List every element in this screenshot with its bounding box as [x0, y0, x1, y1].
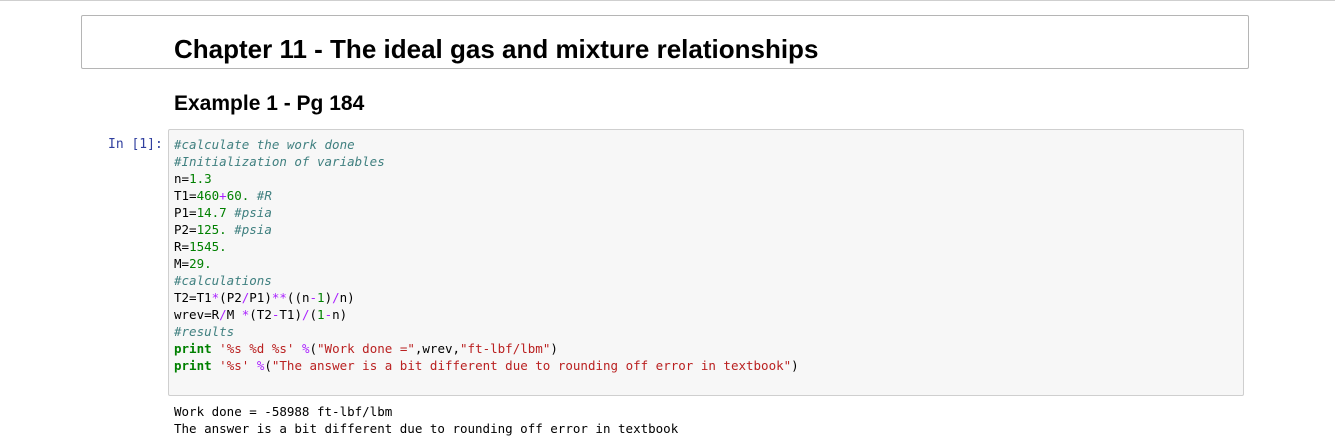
code-string: "The answer is a bit different due to ro… [271, 358, 792, 373]
code-operator: / [301, 307, 310, 322]
code-number: 1.3 [189, 171, 212, 186]
code-token: T1) [279, 307, 302, 322]
code-line: T2=T1*(P2/P1)**((n-1)/n) [174, 289, 799, 306]
code-token: P1= [174, 205, 197, 220]
code-token: ( [264, 358, 272, 373]
code-string: '%s' [219, 358, 250, 373]
code-line: M=29. [174, 255, 799, 272]
code-comment: #psia [234, 222, 272, 237]
cell-output: Work done = -58988 ft-lbf/lbm The answer … [174, 403, 678, 437]
code-number: 60. [226, 188, 250, 203]
code-line: P1=14.7 #psia [174, 204, 799, 221]
code-operator: - [309, 290, 318, 305]
code-operator: / [219, 307, 227, 322]
code-token: ((n [286, 290, 310, 305]
code-operator: ** [271, 290, 287, 305]
code-comment: #calculations [174, 273, 272, 288]
code-line: R=1545. [174, 238, 799, 255]
code-line: n=1.3 [174, 170, 799, 187]
code-string: "ft-lbf/lbm" [460, 341, 551, 356]
code-number: 460 [196, 188, 220, 203]
code-editor[interactable]: #calculate the work done #Initialization … [174, 136, 799, 374]
code-number: 1 [317, 307, 325, 322]
code-line: #calculations [174, 272, 799, 289]
code-string: "Work done =" [317, 341, 415, 356]
code-line: T1=460+60. #R [174, 187, 799, 204]
code-line: print '%s' %("The answer is a bit differ… [174, 357, 799, 374]
code-token: ) [791, 358, 799, 373]
code-token: ( [309, 307, 318, 322]
output-line: Work done = -58988 ft-lbf/lbm [174, 404, 393, 419]
code-number: 125. [196, 222, 227, 237]
code-line: #results [174, 323, 799, 340]
code-number: 14.7 [196, 205, 227, 220]
code-token: T1= [174, 188, 197, 203]
code-string: '%s %d %s' [219, 341, 295, 356]
code-number: 29. [189, 256, 212, 271]
code-token: ) [324, 290, 333, 305]
code-token: T2=T1 [174, 290, 212, 305]
input-prompt: In [1]: [108, 137, 163, 152]
code-comment: #calculate the work done [174, 137, 355, 152]
code-token: (P2 [219, 290, 242, 305]
code-token: M [226, 307, 242, 322]
code-token: n) [332, 307, 348, 322]
code-line: #Initialization of variables [174, 153, 799, 170]
code-token: ) [550, 341, 558, 356]
code-operator: % [301, 341, 310, 356]
output-line: The answer is a bit different due to rou… [174, 421, 679, 436]
code-comment: #R [256, 188, 272, 203]
code-token: (T2 [249, 307, 272, 322]
code-number: 1545. [189, 239, 227, 254]
code-operator: - [324, 307, 333, 322]
code-comment: #Initialization of variables [174, 154, 385, 169]
code-token: P2= [174, 222, 197, 237]
example-title: Example 1 - Pg 184 [174, 92, 365, 115]
code-token: R= [174, 239, 190, 254]
chapter-title: Chapter 11 - The ideal gas and mixture r… [174, 34, 819, 64]
code-token: wrev=R [174, 307, 220, 322]
code-comment: #psia [234, 205, 272, 220]
code-number: 1 [317, 290, 325, 305]
code-line: #calculate the work done [174, 136, 799, 153]
code-line: print '%s %d %s' %("Work done =",wrev,"f… [174, 340, 799, 357]
code-token: M= [174, 256, 190, 271]
code-keyword: print [174, 358, 212, 373]
top-divider [0, 0, 1335, 1]
code-operator: / [332, 290, 340, 305]
code-line: P2=125. #psia [174, 221, 799, 238]
code-token: ( [309, 341, 318, 356]
code-comment: #results [174, 324, 235, 339]
code-token: n) [339, 290, 355, 305]
code-token: n= [174, 171, 190, 186]
code-operator: + [219, 188, 227, 203]
code-token: ,wrev, [414, 341, 461, 356]
code-token: P1) [249, 290, 272, 305]
code-keyword: print [174, 341, 212, 356]
code-line: wrev=R/M *(T2-T1)/(1-n) [174, 306, 799, 323]
